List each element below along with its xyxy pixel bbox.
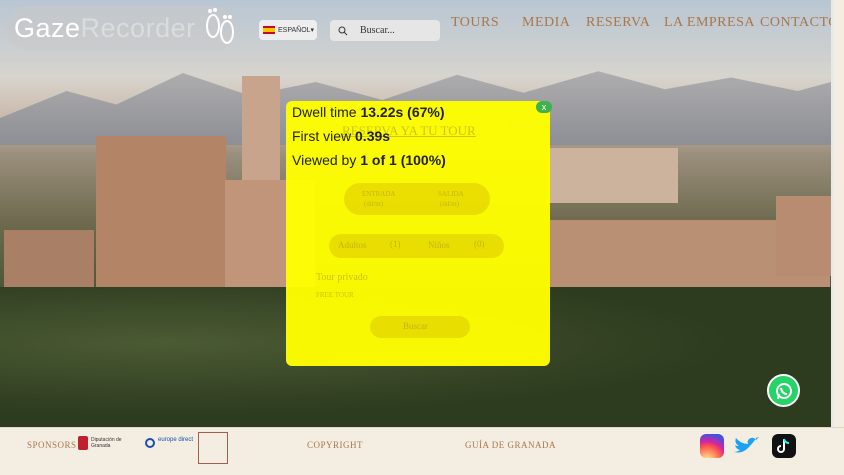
- language-label: ESPAÑOL▾: [278, 27, 315, 34]
- first-view-label: First view: [292, 128, 352, 144]
- language-selector[interactable]: ESPAÑOL▾: [259, 20, 317, 40]
- dates-pill[interactable]: [344, 183, 490, 215]
- feet-icon: [206, 8, 234, 44]
- guia-granada-link[interactable]: GUÍA DE GRANADA: [465, 440, 556, 450]
- viewed-by-value: 1 of 1 (100%): [360, 152, 446, 168]
- nav-media[interactable]: MEDIA: [522, 15, 570, 31]
- free-tour-option[interactable]: FREE TOUR: [316, 291, 354, 299]
- viewed-by-label: Viewed by: [292, 152, 357, 168]
- europe-direct-logo-text[interactable]: europe direct: [158, 437, 193, 443]
- footer: SPONSORS Diputación de Granada europe di…: [0, 427, 844, 475]
- nav-contacto[interactable]: CONTACTO: [760, 15, 831, 31]
- gazerecorder-watermark: GazeRecorder: [14, 12, 196, 43]
- first-view-stat: First view 0.39s: [292, 128, 390, 144]
- entrada-label: ENTRADA: [362, 190, 396, 198]
- instagram-icon[interactable]: [700, 434, 724, 458]
- twitter-icon[interactable]: [732, 434, 760, 458]
- dwell-time-stat: Dwell time 13.22s (67%): [292, 104, 445, 120]
- entrada-placeholder: (dd/m): [364, 200, 384, 208]
- nav-la-empresa[interactable]: LA EMPRESA: [664, 15, 755, 31]
- nav-reserva[interactable]: RESERVA: [586, 15, 650, 31]
- carlos-v-palace: [548, 148, 678, 203]
- hero-frame: GazeRecorder ESPAÑOL▾ Buscar... TOURS ME…: [0, 0, 834, 427]
- ayuntamiento-crest-icon[interactable]: [198, 432, 228, 464]
- close-icon[interactable]: x: [536, 101, 552, 113]
- diputacion-logo-text[interactable]: Diputación de Granada: [91, 437, 131, 449]
- nav-tours[interactable]: TOURS: [451, 15, 499, 31]
- whatsapp-icon[interactable]: [767, 374, 800, 407]
- ninos-value[interactable]: (0): [474, 239, 485, 249]
- salida-label: SALIDA: [438, 190, 464, 198]
- copyright-link[interactable]: COPYRIGHT: [307, 440, 363, 450]
- search-input[interactable]: Buscar...: [330, 20, 440, 41]
- ninos-label: Niños: [428, 240, 450, 250]
- salida-placeholder: (dd/m): [440, 200, 460, 208]
- diputacion-logo-icon: [78, 436, 88, 450]
- east-tower: [776, 196, 831, 276]
- spain-flag-icon: [263, 26, 275, 34]
- sponsors-label: SPONSORS: [27, 440, 77, 450]
- adults-value[interactable]: (1): [390, 239, 401, 249]
- tiktok-icon[interactable]: [772, 434, 796, 458]
- dwell-value: 13.22s (67%): [360, 104, 445, 120]
- search-placeholder: Buscar...: [360, 25, 395, 36]
- viewed-by-stat: Viewed by 1 of 1 (100%): [292, 152, 446, 168]
- dwell-label: Dwell time: [292, 104, 357, 120]
- search-icon: [338, 26, 348, 35]
- adults-label: Adultos: [338, 240, 367, 250]
- bell-tower: [242, 76, 280, 186]
- tour-privado-option[interactable]: Tour privado: [316, 272, 368, 283]
- europe-direct-logo-icon: [145, 438, 155, 448]
- first-view-value: 0.39s: [355, 128, 391, 144]
- buscar-label: Buscar: [403, 321, 428, 331]
